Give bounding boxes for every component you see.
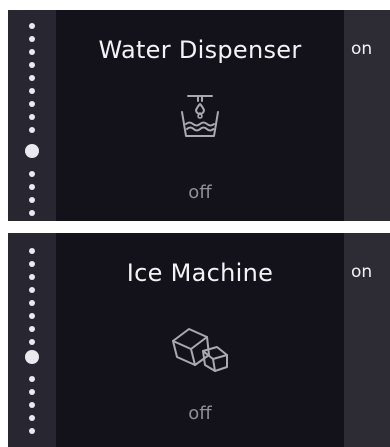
page-dot[interactable] bbox=[29, 415, 35, 421]
page-dot[interactable] bbox=[29, 428, 35, 434]
water-dispenser-card[interactable]: Water Dispenser off bbox=[56, 10, 344, 221]
page-indicator bbox=[8, 10, 56, 221]
panel-state: off bbox=[188, 182, 212, 203]
page-dot[interactable] bbox=[29, 210, 35, 216]
page-dot[interactable] bbox=[29, 197, 35, 203]
page-dot[interactable] bbox=[29, 402, 35, 408]
page-dot[interactable] bbox=[29, 62, 35, 68]
ice-machine-panel: Ice Machine off on bbox=[8, 233, 390, 447]
page-dot[interactable] bbox=[29, 248, 35, 254]
page-dot[interactable] bbox=[29, 287, 35, 293]
page-dot[interactable] bbox=[29, 127, 35, 133]
page-dot[interactable] bbox=[29, 23, 35, 29]
page-dot[interactable] bbox=[29, 261, 35, 267]
page-dot[interactable] bbox=[29, 171, 35, 177]
panel-title: Water Dispenser bbox=[98, 36, 302, 64]
page-dot-active[interactable] bbox=[25, 144, 39, 158]
panel-state: off bbox=[188, 403, 212, 424]
water-dispenser-icon bbox=[180, 94, 220, 144]
page-dot[interactable] bbox=[29, 36, 35, 42]
page-dot[interactable] bbox=[29, 75, 35, 81]
page-dot[interactable] bbox=[29, 101, 35, 107]
page-dot[interactable] bbox=[29, 376, 35, 382]
page-dot[interactable] bbox=[29, 184, 35, 190]
panel-title: Ice Machine bbox=[126, 259, 274, 287]
page-dot[interactable] bbox=[29, 274, 35, 280]
next-panel-state: on bbox=[351, 262, 373, 282]
water-dispenser-panel: Water Dispenser off on bbox=[8, 10, 390, 221]
page-dot[interactable] bbox=[29, 114, 35, 120]
next-panel-peek[interactable]: on bbox=[344, 10, 390, 221]
ice-machine-card[interactable]: Ice Machine off bbox=[56, 233, 344, 447]
page-dot[interactable] bbox=[29, 389, 35, 395]
page-dot[interactable] bbox=[29, 88, 35, 94]
page-dot[interactable] bbox=[29, 49, 35, 55]
page-dot[interactable] bbox=[29, 313, 35, 319]
page-dot-active[interactable] bbox=[25, 350, 39, 364]
ice-cubes-icon bbox=[169, 325, 231, 377]
page-dot[interactable] bbox=[29, 326, 35, 332]
page-dot[interactable] bbox=[29, 300, 35, 306]
next-panel-state: on bbox=[351, 39, 373, 59]
next-panel-peek[interactable]: on bbox=[344, 233, 390, 447]
page-indicator bbox=[8, 233, 56, 447]
page-dot[interactable] bbox=[29, 339, 35, 345]
